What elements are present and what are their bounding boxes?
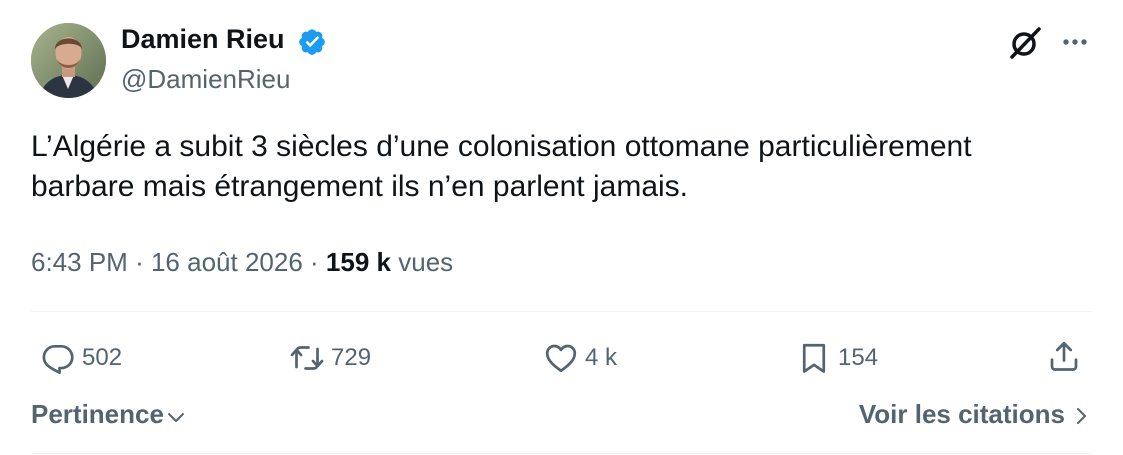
quotes-label: Voir les citations bbox=[858, 399, 1065, 429]
chevron-right-icon bbox=[1077, 408, 1086, 424]
reply-count: 502 bbox=[82, 344, 123, 371]
tweet-date[interactable]: 16 août 2026 bbox=[151, 247, 303, 277]
repost-icon bbox=[290, 346, 324, 370]
repost-button[interactable]: 729 bbox=[289, 338, 371, 378]
meta-separator: · bbox=[135, 247, 144, 277]
meta-separator: · bbox=[310, 247, 319, 277]
author-handle[interactable]: @DamienRieu bbox=[121, 64, 290, 95]
like-button[interactable]: 4 k bbox=[543, 338, 617, 378]
bookmark-button[interactable]: 154 bbox=[796, 338, 878, 378]
bookmark-count: 154 bbox=[838, 344, 879, 371]
author-name[interactable]: Damien Rieu bbox=[121, 24, 285, 55]
reply-icon bbox=[42, 344, 74, 375]
sort-dropdown[interactable]: Pertinence bbox=[31, 399, 186, 430]
sort-label: Pertinence bbox=[31, 399, 164, 429]
reply-button[interactable]: 502 bbox=[40, 338, 122, 378]
divider bbox=[31, 453, 1092, 454]
like-count: 4 k bbox=[585, 344, 618, 371]
verified-badge-icon bbox=[299, 29, 325, 55]
views-count: 159 k bbox=[325, 247, 391, 277]
tweet-text: L’Algérie a subit 3 siècles d’une coloni… bbox=[31, 130, 972, 203]
bookmark-icon bbox=[802, 343, 826, 373]
views-label: vues bbox=[398, 247, 454, 277]
chevron-down-icon bbox=[167, 412, 184, 422]
grok-icon[interactable] bbox=[1006, 24, 1044, 62]
tweet-time[interactable]: 6:43 PM bbox=[31, 247, 128, 277]
heart-icon bbox=[545, 344, 577, 373]
divider bbox=[31, 311, 1092, 312]
more-icon[interactable] bbox=[1058, 28, 1092, 56]
view-quotes-link[interactable]: Voir les citations bbox=[859, 399, 1091, 430]
avatar[interactable] bbox=[31, 23, 106, 98]
share-icon[interactable] bbox=[1046, 338, 1082, 374]
repost-count: 729 bbox=[331, 344, 372, 371]
tweet-meta: 6:43 PM · 16 août 2026 · 159 k vues bbox=[31, 247, 453, 278]
avatar-image bbox=[31, 23, 106, 98]
